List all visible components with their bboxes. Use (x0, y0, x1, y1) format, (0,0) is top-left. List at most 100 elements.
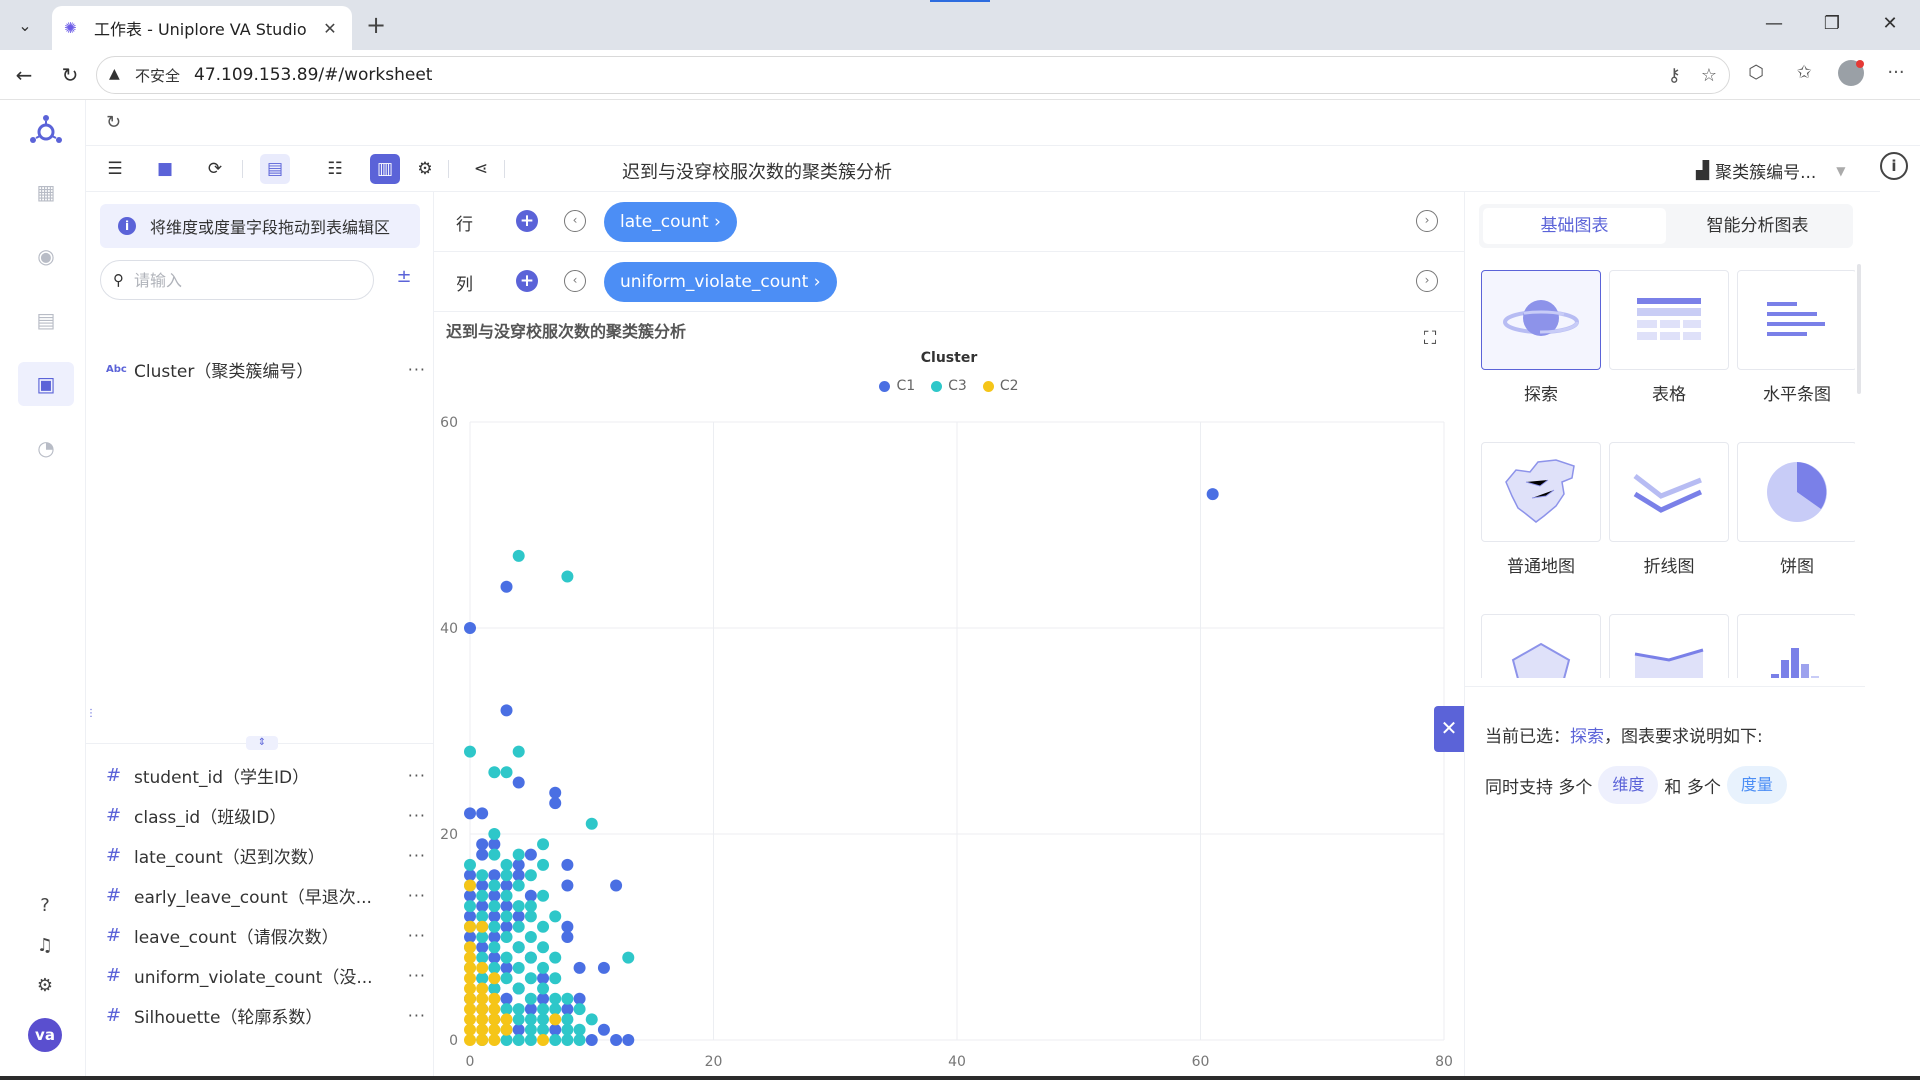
data-point-c2[interactable] (464, 879, 476, 892)
extensions-icon[interactable]: ⬡ (1742, 62, 1770, 90)
data-point-c1[interactable] (500, 580, 513, 593)
data-point-c3[interactable] (464, 858, 476, 871)
tab-basic-charts[interactable]: 基础图表 (1483, 208, 1666, 244)
column-prev-icon[interactable]: ‹ (564, 270, 586, 292)
desc-selected[interactable]: 探索 (1570, 727, 1604, 747)
more-options-icon[interactable]: ··· (400, 966, 426, 985)
data-point-c1[interactable] (488, 889, 501, 902)
data-point-c3[interactable] (524, 1023, 537, 1036)
measure-field[interactable]: # leave_count（请假次数） ··· (106, 920, 426, 950)
tab-list-chevron-icon[interactable]: ⌄ (10, 10, 40, 40)
data-point-c1[interactable] (549, 786, 562, 799)
help-icon[interactable]: ? (30, 895, 60, 925)
data-point-c3[interactable] (512, 879, 525, 892)
data-point-c3[interactable] (488, 766, 501, 779)
chart-type-radar[interactable] (1481, 614, 1601, 678)
data-point-c3[interactable] (622, 951, 635, 964)
data-point-c1[interactable] (537, 992, 550, 1005)
settings-gear-icon[interactable]: ⚙ (30, 975, 60, 1005)
data-point-c1[interactable] (464, 869, 476, 882)
data-point-c2[interactable] (476, 1003, 489, 1016)
measure-field[interactable]: # late_count（迟到次数） ··· (106, 840, 426, 870)
data-point-c3[interactable] (524, 869, 537, 882)
data-point-c3[interactable] (524, 992, 537, 1005)
data-point-c3[interactable] (488, 961, 501, 974)
data-point-c2[interactable] (464, 920, 476, 933)
data-point-c3[interactable] (500, 951, 513, 964)
data-point-c1[interactable] (464, 889, 476, 902)
data-point-c3[interactable] (524, 931, 537, 943)
data-point-c2[interactable] (488, 1034, 501, 1046)
row-field-pill[interactable]: late_count › (604, 202, 737, 242)
data-point-c3[interactable] (549, 1034, 562, 1046)
close-panel-icon[interactable]: ✕ (1434, 706, 1464, 752)
data-point-c3[interactable] (512, 1034, 525, 1046)
data-point-c2[interactable] (476, 1034, 489, 1046)
data-point-c3[interactable] (537, 920, 550, 933)
data-point-c2[interactable] (476, 961, 489, 974)
data-point-c3[interactable] (524, 1013, 537, 1026)
data-point-c3[interactable] (476, 869, 489, 882)
data-point-c1[interactable] (464, 910, 476, 923)
data-point-c3[interactable] (488, 848, 501, 861)
data-point-c2[interactable] (464, 951, 476, 964)
panel-scrollbar[interactable] (1857, 264, 1861, 394)
data-point-c1[interactable] (597, 961, 610, 974)
more-options-icon[interactable]: ··· (400, 766, 426, 785)
chart-type-table[interactable] (1609, 270, 1729, 370)
data-point-c3[interactable] (500, 1034, 513, 1046)
data-point-c1[interactable] (573, 992, 586, 1005)
chart-view-icon[interactable]: ▥ (370, 154, 400, 184)
chart-type-line[interactable] (1609, 442, 1729, 542)
scatter-plot[interactable]: 0 20 40 60 80 0 20 40 60 (434, 402, 1464, 1080)
data-point-c1[interactable] (561, 931, 574, 943)
data-point-c3[interactable] (488, 941, 501, 954)
data-point-c3[interactable] (561, 1034, 574, 1046)
data-point-c3[interactable] (512, 982, 525, 995)
data-point-c1[interactable] (488, 869, 501, 882)
data-point-c1[interactable] (476, 807, 489, 820)
data-point-c1[interactable] (610, 1034, 623, 1046)
data-point-c1[interactable] (500, 900, 513, 913)
chart-type-explore[interactable] (1481, 270, 1601, 370)
more-options-icon[interactable]: ··· (400, 886, 426, 905)
data-point-c3[interactable] (524, 972, 537, 985)
data-point-c3[interactable] (549, 951, 562, 964)
data-point-c1[interactable] (512, 858, 525, 871)
more-options-icon[interactable]: ··· (400, 926, 426, 945)
chart-type-horizontal-bar[interactable] (1737, 270, 1855, 370)
data-point-c1[interactable] (537, 972, 550, 985)
chart-type-histogram[interactable] (1737, 614, 1855, 678)
data-point-c3[interactable] (476, 889, 489, 902)
user-avatar[interactable]: va (28, 1018, 62, 1052)
cog-icon[interactable]: ⚙ (410, 154, 440, 184)
data-point-c1[interactable] (500, 704, 513, 717)
data-point-c1[interactable] (561, 858, 574, 871)
calculated-field-icon[interactable]: ± (390, 266, 418, 294)
dimension-field[interactable]: Abc Cluster（聚类簇编号） ··· (106, 354, 426, 384)
column-next-icon[interactable]: › (1416, 270, 1438, 292)
data-point-c1[interactable] (549, 1023, 562, 1036)
data-point-c3[interactable] (500, 972, 513, 985)
data-point-c1[interactable] (476, 879, 489, 892)
data-point-c2[interactable] (500, 1013, 513, 1026)
data-point-c3[interactable] (537, 982, 550, 995)
data-point-c2[interactable] (464, 1023, 476, 1036)
data-point-c2[interactable] (464, 1003, 476, 1016)
data-point-c3[interactable] (500, 931, 513, 943)
data-point-c3[interactable] (573, 1034, 586, 1046)
data-point-c3[interactable] (524, 910, 537, 923)
filter-settings-icon[interactable]: ☷ (320, 154, 350, 184)
splitter-handle-icon[interactable]: ⇕ (246, 736, 278, 750)
fullscreen-icon[interactable]: ⛶ (1418, 328, 1442, 352)
data-point-c2[interactable] (500, 1023, 513, 1036)
data-point-c3[interactable] (512, 961, 525, 974)
data-point-c2[interactable] (464, 992, 476, 1005)
data-point-c3[interactable] (512, 549, 525, 562)
data-point-c3[interactable] (585, 817, 598, 830)
data-point-c3[interactable] (549, 972, 562, 985)
data-point-c1[interactable] (524, 889, 537, 902)
data-point-c2[interactable] (488, 992, 501, 1005)
measure-field[interactable]: # class_id（班级ID） ··· (106, 800, 426, 830)
data-point-c3[interactable] (537, 1003, 550, 1016)
